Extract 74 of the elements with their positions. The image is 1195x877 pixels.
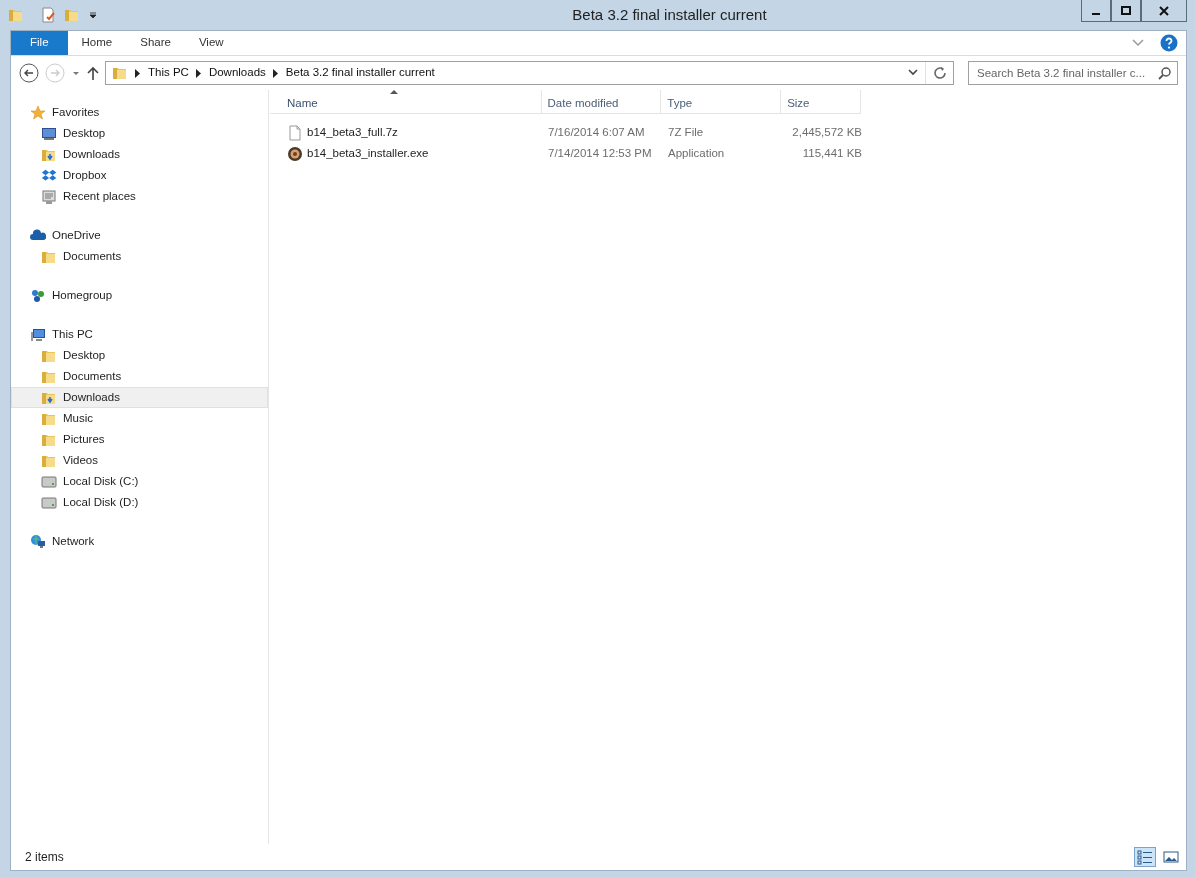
sidebar-item[interactable]: Network xyxy=(11,531,268,552)
sidebar-item[interactable]: OneDrive xyxy=(11,225,268,246)
breadcrumb-arrow-icon[interactable] xyxy=(135,68,141,78)
ribbon-tab[interactable]: View xyxy=(184,31,238,55)
file-size: 2,445,572 KB xyxy=(792,126,862,139)
drive-icon xyxy=(41,473,57,490)
network-icon xyxy=(30,533,46,550)
breadcrumb-arrow-icon[interactable] xyxy=(272,68,279,78)
minimize-icon xyxy=(1092,13,1100,15)
dropbox-icon xyxy=(41,167,57,184)
date-modified: 7/14/2014 12:53 PM xyxy=(548,147,652,160)
ribbon-tab[interactable]: Home xyxy=(67,31,127,55)
sort-arrow-icon xyxy=(390,90,398,94)
sidebar-item[interactable]: Documents xyxy=(11,246,268,267)
search-field[interactable]: Search Beta 3.2 final installer c... xyxy=(968,61,1178,85)
large-icons-icon xyxy=(1163,849,1179,865)
document-check-icon[interactable] xyxy=(40,7,56,23)
details-icon xyxy=(1137,849,1153,865)
help-icon[interactable] xyxy=(1160,34,1178,52)
date-modified: 7/16/2014 6:07 AM xyxy=(548,126,645,139)
minimize-button[interactable] xyxy=(1081,0,1111,22)
search-icon[interactable] xyxy=(1158,66,1172,80)
dropdown-icon[interactable] xyxy=(88,10,98,20)
star-icon xyxy=(30,104,46,121)
sidebar-item[interactable]: Videos xyxy=(11,450,268,471)
refresh-icon[interactable] xyxy=(933,66,947,80)
up-arrow-icon[interactable] xyxy=(87,66,99,80)
sidebar-item[interactable]: Pictures xyxy=(11,429,268,450)
column-header[interactable]: Name xyxy=(270,90,542,113)
drive-icon xyxy=(41,494,57,511)
file-name[interactable]: b14_beta3_full.7z xyxy=(307,123,398,142)
file-name[interactable]: b14_beta3_installer.exe xyxy=(307,144,429,163)
recent-places-icon xyxy=(41,188,57,205)
address-bar[interactable]: This PC Downloads Beta 3.2 final installer current xyxy=(105,61,954,85)
monitor-icon xyxy=(41,125,57,142)
sidebar-item[interactable]: This PC xyxy=(11,324,268,345)
back-icon[interactable] xyxy=(19,63,39,83)
maximize-button[interactable] xyxy=(1111,0,1141,22)
computer-icon xyxy=(30,326,46,343)
sidebar-item[interactable]: Recent places xyxy=(11,186,268,207)
sidebar-item[interactable]: Dropbox xyxy=(11,165,268,186)
folder-icon xyxy=(112,65,128,81)
file-type: 7Z File xyxy=(668,126,704,139)
column-header[interactable]: Type xyxy=(661,90,782,113)
homegroup-icon xyxy=(30,287,46,304)
document-icon xyxy=(287,124,303,141)
sidebar-item[interactable]: Documents xyxy=(11,366,268,387)
column-header[interactable]: Size xyxy=(781,90,861,113)
sidebar-item[interactable]: Downloads xyxy=(11,387,268,408)
file-size: 115,441 KB xyxy=(802,147,862,160)
breadcrumb-link[interactable]: Downloads xyxy=(208,64,266,82)
maximize-icon xyxy=(1121,5,1131,16)
chevron-down-icon[interactable] xyxy=(908,69,918,77)
sidebar-item[interactable]: Local Disk (D:) xyxy=(11,492,268,513)
breadcrumb-link[interactable]: This PC xyxy=(148,64,189,82)
breadcrumb-arrow-icon[interactable] xyxy=(195,68,202,78)
application-icon xyxy=(287,145,303,162)
sidebar-item[interactable]: Homegroup xyxy=(11,285,268,306)
sidebar-item[interactable]: Desktop xyxy=(11,345,268,366)
file-menu-button[interactable]: File xyxy=(11,31,68,55)
sidebar-item[interactable]: Music xyxy=(11,408,268,429)
sidebar-item[interactable]: Favorites xyxy=(11,102,268,123)
breadcrumb-link[interactable]: Beta 3.2 final installer current xyxy=(285,64,435,82)
ribbon-tab[interactable]: Share xyxy=(126,31,185,55)
column-header[interactable]: Date modified xyxy=(541,90,662,113)
sidebar-item[interactable]: Desktop xyxy=(11,123,268,144)
file-type: Application xyxy=(668,147,725,160)
sidebar-item[interactable]: Local Disk (C:) xyxy=(11,471,268,492)
close-button[interactable] xyxy=(1141,0,1187,22)
sidebar-item[interactable]: Downloads xyxy=(11,144,268,165)
close-icon xyxy=(1159,5,1169,16)
item-count: 2 items xyxy=(25,849,64,866)
window-title: Beta 3.2 final installer current xyxy=(571,4,768,25)
details-view-button[interactable] xyxy=(1134,847,1156,867)
